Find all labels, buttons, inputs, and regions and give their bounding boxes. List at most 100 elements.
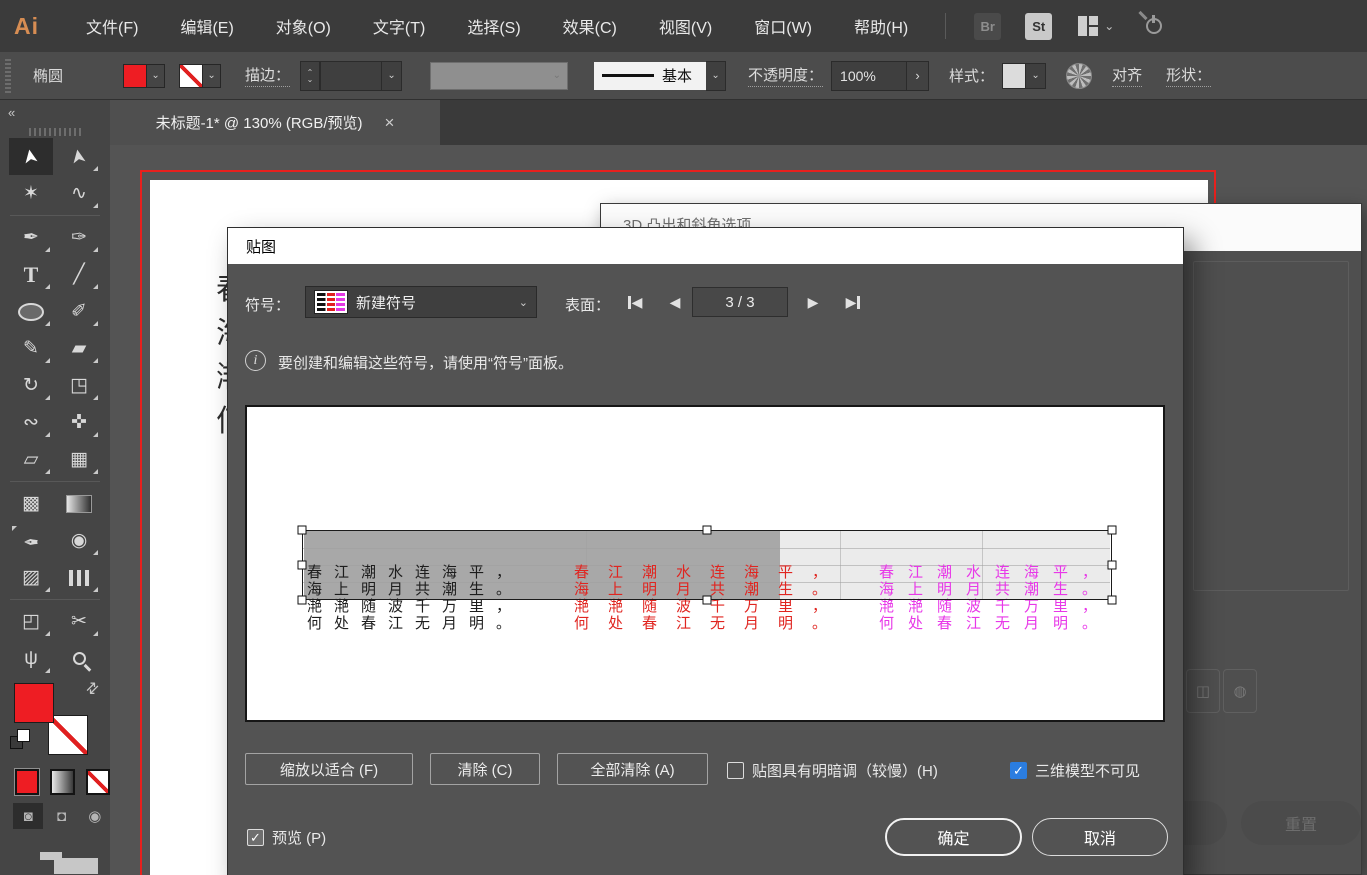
brush-definition-button[interactable]: 基本 — [594, 61, 707, 90]
bridge-button[interactable]: Br — [974, 12, 1002, 40]
ok-button[interactable]: 确定 — [885, 818, 1022, 856]
stroke-color-indicator[interactable] — [48, 715, 88, 755]
menu-edit[interactable]: 编辑(E) — [180, 14, 233, 38]
paintbrush-tool[interactable]: ✐ — [57, 293, 101, 330]
puppet-warp-tool[interactable]: ✜ — [57, 404, 101, 441]
menu-type[interactable]: 文字(T) — [373, 14, 425, 38]
menu-file[interactable]: 文件(F) — [86, 14, 138, 38]
collapse-panel-icon[interactable]: « — [8, 105, 15, 120]
share-icon[interactable] — [1146, 15, 1163, 34]
draw-inside-button[interactable]: ◉ — [80, 803, 110, 829]
selection-handle[interactable] — [297, 595, 307, 605]
screen-mode-button[interactable] — [40, 852, 98, 874]
slice-tool[interactable]: ✂ — [57, 603, 101, 640]
width-tool[interactable]: ∾ — [9, 404, 53, 441]
recolor-artwork-icon[interactable] — [1066, 62, 1093, 89]
pen-tool[interactable]: ✒ — [9, 219, 53, 256]
document-tab[interactable]: 未标题-1* @ 130% (RGB/预览) × — [110, 100, 440, 145]
fill-color-indicator[interactable] — [14, 683, 54, 723]
gradient-tool[interactable] — [57, 485, 101, 522]
preview-checkbox-row[interactable]: ✓ 预览 (P) — [247, 827, 326, 848]
menu-window[interactable]: 窗口(W) — [754, 14, 812, 38]
stroke-color-chevron-icon[interactable]: ⌄ — [203, 63, 222, 88]
selection-handle[interactable] — [1107, 595, 1117, 605]
shade-artwork-checkbox[interactable] — [727, 762, 744, 779]
3d-dialog-icon-button[interactable]: ◫ — [1186, 669, 1220, 713]
previous-surface-button[interactable]: ◀ — [662, 290, 688, 314]
3d-lighting-icon-button[interactable]: ◍ — [1223, 669, 1257, 713]
stroke-weight-label[interactable]: 描边： — [245, 64, 291, 87]
next-surface-button[interactable]: ▶ — [800, 290, 826, 314]
mesh-tool[interactable]: ▩ — [9, 485, 53, 522]
artboard-tool[interactable]: ◰ — [9, 603, 53, 640]
type-tool[interactable]: T — [9, 256, 53, 293]
selection-handle[interactable] — [702, 595, 712, 605]
first-surface-button[interactable]: ◀ — [622, 290, 648, 314]
dialog-title[interactable]: 贴图 — [228, 228, 1183, 264]
selection-handle[interactable] — [1107, 525, 1117, 535]
hide-geometry-checkbox-row[interactable]: ✓ 三维模型不可见 — [1010, 760, 1140, 781]
reset-button[interactable]: 重置 — [1241, 801, 1361, 845]
style-chevron-icon[interactable]: ⌄ — [1026, 62, 1047, 89]
gradient-mode-button[interactable] — [50, 769, 75, 795]
chevron-down-icon[interactable]: ⌄ — [1104, 19, 1114, 33]
rotate-tool[interactable]: ↻ — [9, 367, 53, 404]
brush-chevron-icon[interactable]: ⌄ — [706, 60, 727, 91]
hand-tool[interactable]: ψ — [9, 640, 53, 677]
selection-handle[interactable] — [1107, 560, 1117, 570]
clear-all-button[interactable]: 全部清除 (A) — [557, 753, 708, 785]
stroke-color-swatch[interactable] — [179, 63, 204, 88]
menu-view[interactable]: 视图(V) — [659, 14, 712, 38]
zoom-tool[interactable] — [57, 640, 101, 677]
align-label[interactable]: 对齐 — [1112, 64, 1143, 87]
style-swatch[interactable] — [1002, 62, 1027, 89]
scale-tool[interactable]: ◳ — [57, 367, 101, 404]
last-surface-button[interactable]: ▶ — [840, 290, 866, 314]
cancel-button[interactable]: 取消 — [1032, 818, 1168, 856]
clear-button[interactable]: 清除 (C) — [430, 753, 540, 785]
menu-select[interactable]: 选择(S) — [467, 14, 520, 38]
direct-selection-tool[interactable]: ➤ — [57, 138, 101, 175]
selection-handle[interactable] — [297, 560, 307, 570]
workspace-switcher-icon[interactable] — [1078, 16, 1099, 36]
perspective-grid-tool[interactable]: ▦ — [57, 441, 101, 478]
stock-button[interactable]: St — [1025, 12, 1053, 40]
selection-handle[interactable] — [702, 525, 712, 535]
menu-object[interactable]: 对象(O) — [276, 14, 331, 38]
selection-tool[interactable]: ➤ — [9, 138, 53, 175]
control-bar-grip[interactable] — [5, 58, 11, 93]
none-mode-button[interactable] — [85, 769, 110, 795]
color-mode-button[interactable] — [13, 768, 41, 796]
eyedropper-tool[interactable]: ✒ — [9, 522, 53, 559]
preview-checkbox[interactable]: ✓ — [247, 829, 264, 846]
menu-effect[interactable]: 效果(C) — [563, 14, 617, 38]
selection-handle[interactable] — [297, 525, 307, 535]
curvature-tool[interactable]: ✑ — [57, 219, 101, 256]
width-profile-dropdown[interactable]: ⌄ — [430, 61, 569, 90]
scale-to-fit-button[interactable]: 缩放以适合 (F) — [245, 753, 413, 785]
draw-normal-button[interactable]: ◙ — [13, 803, 44, 829]
menu-help[interactable]: 帮助(H) — [854, 14, 908, 38]
draw-behind-button[interactable]: ◘ — [46, 803, 76, 829]
shape-builder-tool[interactable]: ▱ — [9, 441, 53, 478]
opacity-label[interactable]: 不透明度： — [748, 64, 824, 87]
stroke-weight-stepper[interactable]: ⌃ ⌄ — [300, 60, 321, 91]
default-fill-stroke-icon[interactable] — [10, 729, 30, 749]
close-tab-icon[interactable]: × — [385, 113, 395, 133]
map-art-preview[interactable]: 春江潮水连海平， 海上明月共潮生。 滟滟随波千万里， 何处春江无月明。 春江潮水连海平… — [245, 405, 1165, 722]
panel-grip[interactable] — [29, 128, 81, 136]
symbol-sprayer-tool[interactable]: ▨ — [9, 559, 53, 596]
opacity-value[interactable]: 100% — [831, 60, 908, 91]
shape-label[interactable]: 形状： — [1166, 64, 1212, 87]
column-graph-tool[interactable] — [57, 559, 101, 596]
stroke-weight-chevron-icon[interactable]: ⌄ — [382, 60, 403, 91]
fill-color-chevron-icon[interactable]: ⌄ — [147, 63, 166, 88]
fill-color-swatch[interactable] — [123, 63, 148, 88]
shade-artwork-checkbox-row[interactable]: 贴图具有明暗调（较慢）(H) — [727, 760, 938, 781]
line-segment-tool[interactable]: ╱ — [57, 256, 101, 293]
hide-geometry-checkbox[interactable]: ✓ — [1010, 762, 1027, 779]
magic-wand-tool[interactable]: ✶ — [9, 175, 53, 212]
symbol-dropdown[interactable]: 新建符号 ⌄ — [305, 286, 537, 318]
swap-fill-stroke-icon[interactable]: ⇄ — [81, 677, 103, 699]
stroke-weight-value[interactable] — [320, 60, 383, 91]
